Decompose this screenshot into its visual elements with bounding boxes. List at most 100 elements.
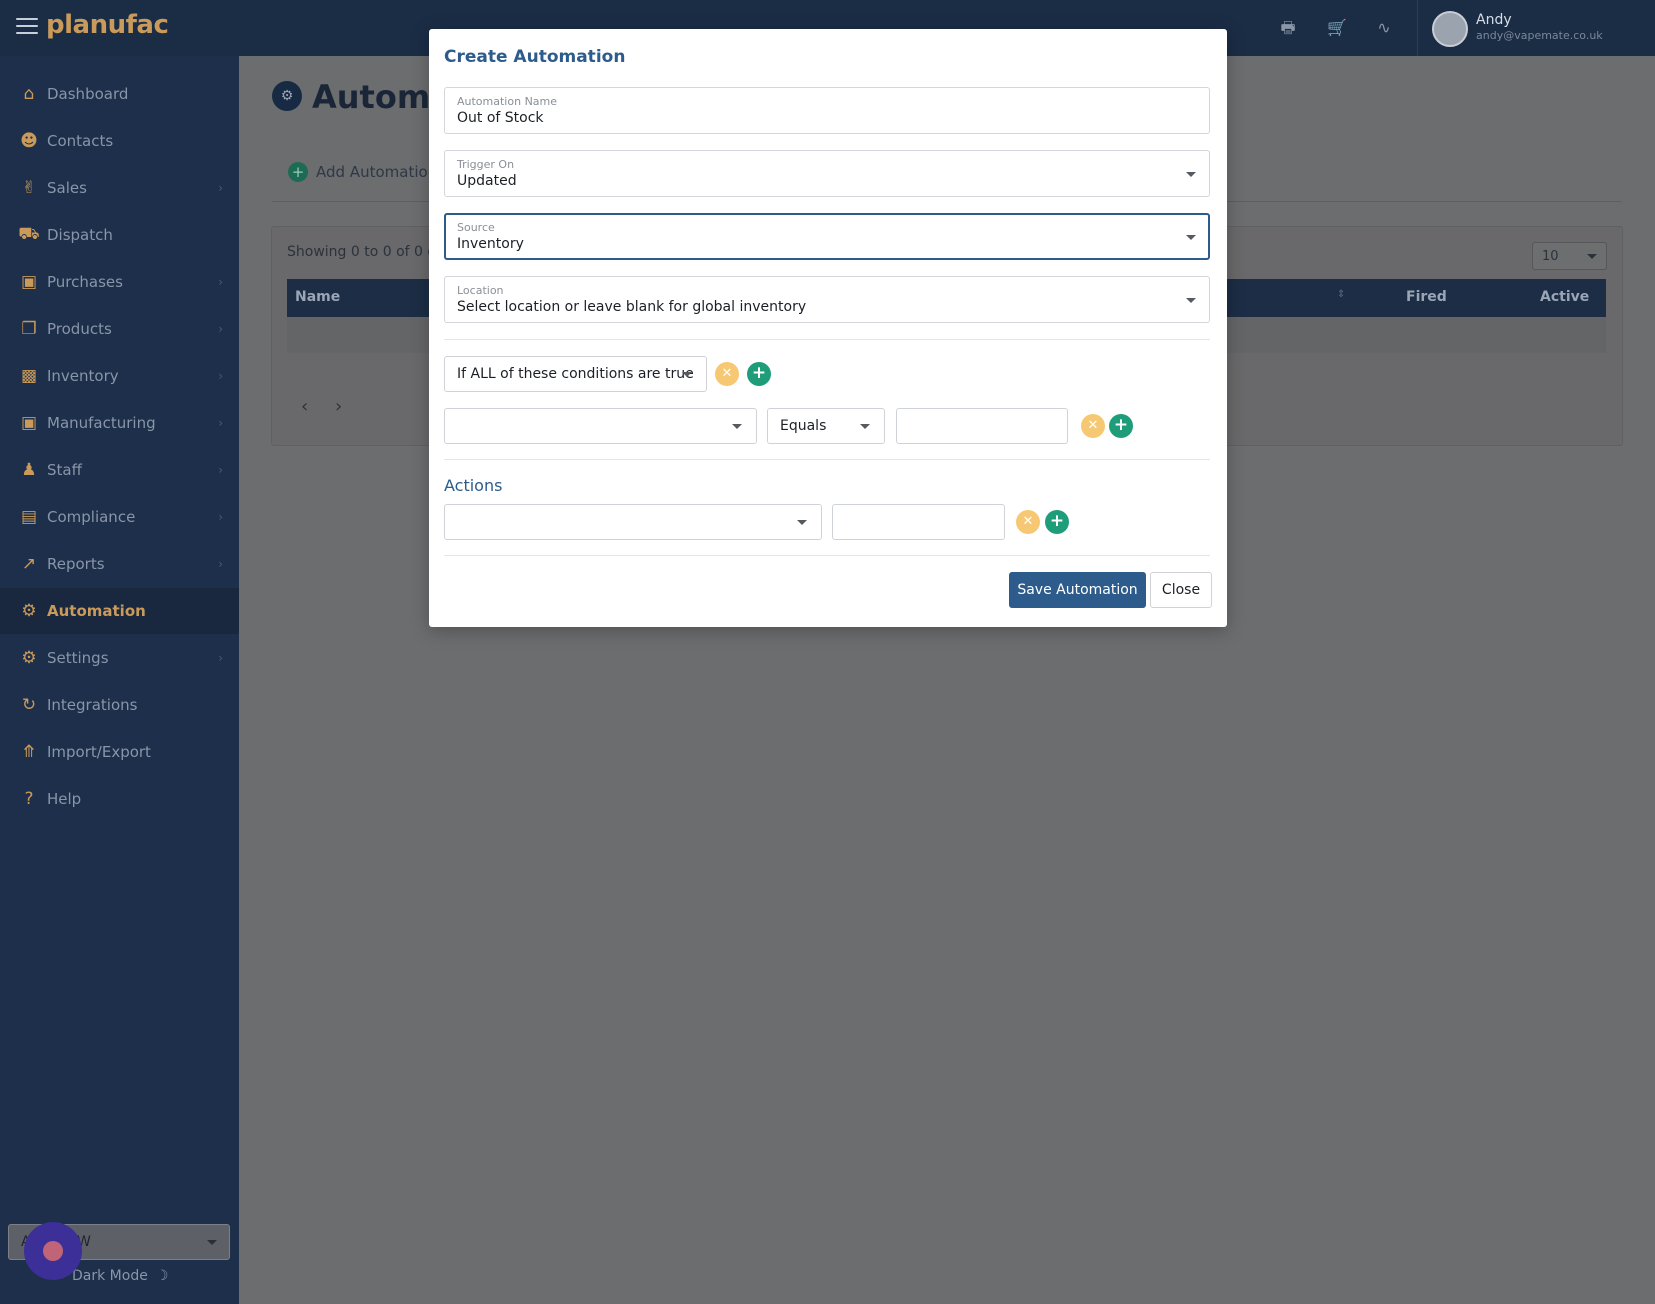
home-icon: ⌂ [23,84,35,104]
sidebar-item-label: Compliance [47,508,136,526]
automation-name-label: Automation Name [457,95,558,108]
condition-operator-select[interactable]: Equals [767,408,885,444]
sidebar-item-compliance[interactable]: ▤ Compliance › [0,494,239,540]
trigger-on-select[interactable]: Trigger On Updated [444,150,1210,197]
chevron-right-icon: › [218,557,223,571]
chevron-down-icon [1186,298,1196,303]
column-header-name[interactable]: Name [295,289,340,305]
avatar[interactable] [1432,11,1468,47]
sidebar-item-label: Manufacturing [47,414,156,432]
add-action-button[interactable]: + [1045,510,1069,534]
column-header-active[interactable]: Active [1540,289,1589,305]
sidebar-item-purchases[interactable]: ▣ Purchases › [0,259,239,305]
sort-icon[interactable]: ⇕ [1337,289,1345,300]
activity-icon[interactable]: ∿ [1372,16,1396,40]
cart-icon[interactable]: 🛒 [1325,16,1349,40]
boxes-icon: ▩ [20,366,38,386]
sidebar-item-settings[interactable]: ⚙ Settings › [0,635,239,681]
dark-mode-label: Dark Mode [72,1268,148,1284]
condition-value-input[interactable] [896,408,1068,444]
automation-name-value: Out of Stock [457,110,544,126]
source-label: Source [457,221,495,234]
condition-mode-value: If ALL of these conditions are true [457,366,694,382]
sidebar-item-contacts[interactable]: ☻ Contacts [0,118,239,164]
sidebar-item-inventory[interactable]: ▩ Inventory › [0,353,239,399]
chat-dot-icon [43,1241,63,1261]
remove-action-button[interactable]: ✕ [1016,510,1040,534]
remove-condition-group-button[interactable]: ✕ [715,362,739,386]
sidebar-item-label: Sales [47,179,87,197]
app-logo[interactable]: planufac [46,10,169,40]
trigger-on-label: Trigger On [457,158,515,171]
location-value: Select location or leave blank for globa… [457,299,807,315]
sidebar-item-help[interactable]: ? Help [0,776,239,822]
page-length-value: 10 [1542,249,1559,264]
action-type-select[interactable] [444,504,822,540]
sidebar-item-label: Dashboard [47,85,129,103]
source-value: Inventory [457,236,524,252]
column-header-fired[interactable]: Fired [1406,289,1447,305]
chevron-down-icon [860,424,870,429]
condition-field-select[interactable] [444,408,757,444]
condition-mode-select[interactable]: If ALL of these conditions are true [444,356,707,392]
hand-coin-icon: ✌ [21,178,37,198]
chevron-down-icon [1587,254,1597,259]
close-button[interactable]: Close [1150,572,1212,608]
chevron-right-icon: › [218,463,223,477]
page-length-select[interactable]: 10 [1532,242,1607,270]
create-automation-modal: Create Automation Automation Name Out of… [429,29,1227,627]
divider [444,459,1210,460]
sidebar-item-import-export[interactable]: ⤊ Import/Export [0,729,239,775]
moon-icon: ☽ [155,1268,169,1284]
action-value-input[interactable] [832,504,1005,540]
sidebar-item-dashboard[interactable]: ⌂ Dashboard [0,71,239,117]
save-automation-button[interactable]: Save Automation [1009,572,1146,608]
location-select[interactable]: Location Select location or leave blank … [444,276,1210,323]
add-condition-group-button[interactable]: + [747,362,771,386]
chevron-right-icon: › [218,369,223,383]
sidebar-item-products[interactable]: ❐ Products › [0,306,239,352]
sidebar-item-dispatch[interactable]: ⛟ Dispatch [0,212,239,258]
remove-condition-button[interactable]: ✕ [1081,414,1105,438]
chevron-right-icon: › [218,416,223,430]
divider [444,555,1210,556]
user-name[interactable]: Andy [1476,12,1512,28]
sidebar-item-manufacturing[interactable]: ▣ Manufacturing › [0,400,239,446]
people-icon: ♟ [21,460,37,480]
sidebar-item-label: Staff [47,461,82,479]
chevron-right-icon: › [218,651,223,665]
sidebar-item-sales[interactable]: ✌ Sales › [0,165,239,211]
trigger-on-value: Updated [457,173,517,189]
sidebar-item-label: Reports [47,555,105,573]
sidebar-item-reports[interactable]: ↗ Reports › [0,541,239,587]
next-page-icon[interactable]: › [335,396,342,417]
add-condition-button[interactable]: + [1109,414,1133,438]
stack-icon: ❐ [21,319,37,339]
previous-page-icon[interactable]: ‹ [301,396,308,417]
sidebar-item-staff[interactable]: ♟ Staff › [0,447,239,493]
sidebar-item-label: Products [47,320,112,338]
sidebar-item-label: Import/Export [47,743,151,761]
sidebar-item-label: Purchases [47,273,123,291]
chevron-down-icon [797,520,807,525]
sidebar-item-integrations[interactable]: ↻ Integrations [0,682,239,728]
hamburger-menu-icon[interactable] [16,18,38,36]
printer-icon[interactable]: 🖶 [1276,16,1300,40]
sidebar: ⌂ Dashboard ☻ Contacts ✌ Sales › ⛟ Dispa… [0,56,239,1304]
modal-title: Create Automation [444,47,626,67]
dark-mode-toggle[interactable]: Dark Mode ☽ [72,1268,168,1284]
add-automation-button[interactable]: + Add Automation [288,162,437,182]
sidebar-item-automation[interactable]: ⚙ Automation [0,588,239,634]
sidebar-item-label: Settings [47,649,109,667]
gear-icon: ⚙ [21,648,37,668]
robot-icon: ⚙ [272,81,302,111]
chevron-down-icon [732,424,742,429]
sidebar-item-label: Help [47,790,82,808]
automation-name-field[interactable]: Automation Name Out of Stock [444,87,1210,134]
actions-heading: Actions [444,476,503,495]
clipboard-icon: ▤ [20,507,38,527]
chevron-right-icon: › [218,275,223,289]
source-select[interactable]: Source Inventory [444,213,1210,260]
chat-widget-button[interactable] [24,1222,82,1280]
sync-icon: ↻ [21,695,37,715]
